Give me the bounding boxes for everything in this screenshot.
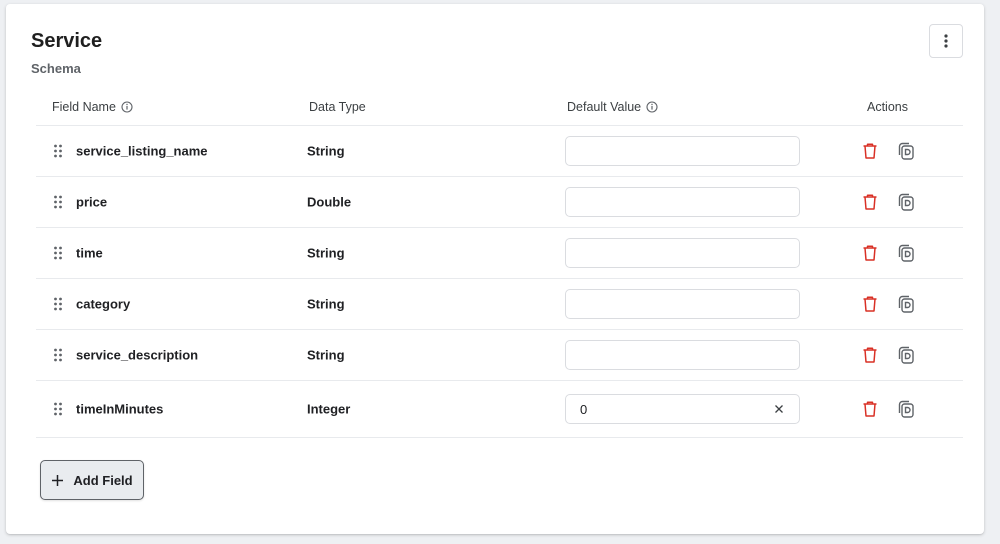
column-header-field-name: Field Name: [52, 100, 133, 114]
table-header: Field Name Data Type Default Value Actio…: [36, 88, 963, 126]
default-value-input[interactable]: [565, 238, 800, 268]
duplicate-icon[interactable]: [896, 192, 916, 212]
duplicate-icon[interactable]: [896, 399, 916, 419]
duplicate-icon[interactable]: [896, 294, 916, 314]
add-field-label: Add Field: [73, 472, 133, 488]
default-value-input[interactable]: [565, 187, 800, 217]
field-name: service_description: [76, 347, 199, 363]
drag-handle-icon[interactable]: [53, 402, 63, 416]
drag-handle-icon[interactable]: [53, 144, 63, 158]
page-title: Service: [31, 30, 103, 52]
table-row: service_listing_name String: [36, 126, 963, 177]
column-header-data-type: Data Type: [309, 100, 366, 114]
default-value-input[interactable]: 0: [565, 394, 800, 424]
delete-icon[interactable]: [860, 192, 880, 212]
table-row: category String: [36, 279, 963, 330]
column-header-default-value: Default Value: [567, 100, 658, 114]
data-type: String: [307, 296, 345, 312]
clear-icon[interactable]: [773, 403, 785, 415]
page-subtitle: Schema: [31, 61, 81, 76]
field-name: time: [76, 245, 103, 261]
data-type: String: [307, 143, 345, 159]
column-header-actions: Actions: [867, 100, 908, 114]
add-field-button[interactable]: Add Field: [40, 460, 144, 500]
field-name: category: [76, 296, 131, 312]
more-vert-icon: [944, 34, 948, 48]
column-label: Actions: [867, 100, 908, 114]
info-icon[interactable]: [646, 101, 658, 113]
table-row: time String: [36, 228, 963, 279]
plus-icon: [51, 474, 64, 487]
schema-table: Field Name Data Type Default Value Actio…: [36, 88, 963, 438]
delete-icon[interactable]: [860, 243, 880, 263]
default-value-text: 0: [580, 401, 588, 417]
data-type: String: [307, 347, 345, 363]
field-name: timeInMinutes: [76, 401, 164, 417]
data-type: Double: [307, 194, 352, 210]
table-row: service_description String: [36, 330, 963, 381]
table-row: timeInMinutes Integer 0: [36, 381, 963, 438]
column-label: Field Name: [52, 100, 116, 114]
delete-icon[interactable]: [860, 294, 880, 314]
column-label: Default Value: [567, 100, 642, 114]
drag-handle-icon[interactable]: [53, 297, 63, 311]
data-type: String: [307, 245, 345, 261]
field-name: price: [76, 194, 108, 210]
info-icon[interactable]: [121, 101, 133, 113]
more-options-button[interactable]: [929, 24, 963, 58]
duplicate-icon[interactable]: [896, 141, 916, 161]
default-value-input[interactable]: [565, 289, 800, 319]
delete-icon[interactable]: [860, 345, 880, 365]
delete-icon[interactable]: [860, 141, 880, 161]
table-row: price Double: [36, 177, 963, 228]
delete-icon[interactable]: [860, 399, 880, 419]
duplicate-icon[interactable]: [896, 345, 916, 365]
default-value-input[interactable]: [565, 340, 800, 370]
column-label: Data Type: [309, 100, 366, 114]
schema-card: Service Schema Field Name Data Type Defa…: [6, 4, 984, 534]
drag-handle-icon[interactable]: [53, 348, 63, 362]
drag-handle-icon[interactable]: [53, 246, 63, 260]
default-value-input[interactable]: [565, 136, 800, 166]
drag-handle-icon[interactable]: [53, 195, 63, 209]
field-name: service_listing_name: [76, 143, 208, 159]
data-type: Integer: [307, 401, 351, 417]
duplicate-icon[interactable]: [896, 243, 916, 263]
